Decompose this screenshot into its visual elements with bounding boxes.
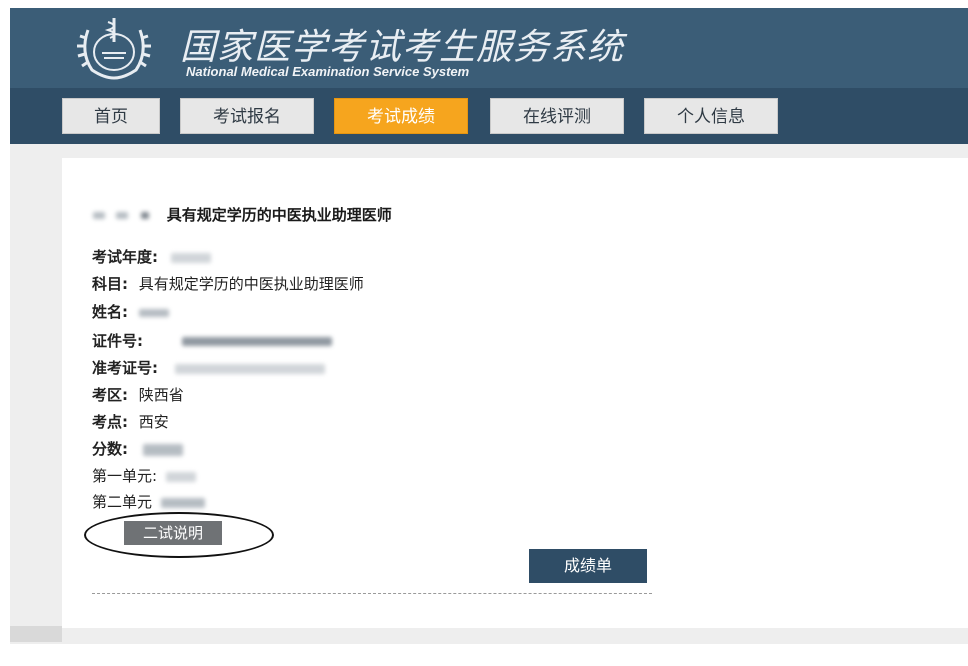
nav-home[interactable]: 首页 [62, 98, 160, 134]
id-label: 证件号: [92, 332, 143, 350]
redacted-block [141, 212, 150, 219]
redacted-value [165, 471, 196, 482]
score-label: 分数: [92, 440, 128, 458]
name-label: 姓名: [92, 303, 128, 321]
year-label: 考试年度: [92, 248, 158, 266]
site-subtitle: National Medical Examination Service Sys… [186, 64, 470, 79]
subject-label: 科目: [92, 275, 128, 293]
field-subject: 科目: 具有规定学历的中医执业助理医师 [92, 273, 364, 295]
footer-strip [10, 626, 62, 642]
field-area: 考区: 陕西省 [92, 384, 184, 406]
nav-personal-info[interactable]: 个人信息 [644, 98, 778, 134]
field-year: 考试年度: [92, 246, 211, 268]
field-score: 分数: [92, 438, 183, 460]
site-value: 西安 [138, 413, 169, 431]
redacted-value [181, 337, 332, 346]
unit-two-label: 第二单元 [92, 493, 153, 511]
site-header: 国家医学考试考生服务系统 National Medical Examinatio… [10, 8, 968, 88]
exam-heading: 具有规定学历的中医执业助理医师 [93, 204, 392, 225]
subject-value: 具有规定学历的中医执业助理医师 [138, 275, 364, 293]
second-exam-info-button[interactable]: 二试说明 [124, 521, 222, 545]
redacted-value [138, 308, 169, 317]
redacted-value [170, 252, 211, 263]
field-ticket-number: 准考证号: [92, 357, 325, 379]
unit-one-label: 第一单元: [92, 467, 158, 485]
area-value: 陕西省 [138, 386, 184, 404]
field-id-number: 证件号: [92, 330, 332, 352]
medical-emblem-logo [70, 12, 158, 84]
site-title: 国家医学考试考生服务系统 [180, 27, 625, 68]
redacted-value [142, 443, 183, 456]
area-label: 考区: [92, 386, 128, 404]
redacted-block [93, 212, 105, 219]
nav-registration[interactable]: 考试报名 [180, 98, 314, 134]
exam-heading-text: 具有规定学历的中医执业助理医师 [166, 206, 392, 224]
site-label: 考点: [92, 413, 128, 431]
main-nav: 首页 考试报名 考试成绩 在线评测 个人信息 [10, 88, 968, 144]
result-panel [62, 158, 968, 628]
field-unit-two: 第二单元 [92, 491, 205, 513]
score-sheet-button[interactable]: 成绩单 [529, 549, 647, 583]
nav-scores[interactable]: 考试成绩 [334, 98, 468, 134]
field-unit-one: 第一单元: [92, 465, 196, 487]
nav-online-assessment[interactable]: 在线评测 [490, 98, 624, 134]
redacted-value [174, 363, 325, 374]
redacted-value [160, 497, 205, 508]
field-name: 姓名: [92, 301, 169, 323]
field-site: 考点: 西安 [92, 411, 169, 433]
dashed-divider [92, 593, 652, 594]
ticket-label: 准考证号: [92, 359, 158, 377]
redacted-block [116, 212, 129, 219]
